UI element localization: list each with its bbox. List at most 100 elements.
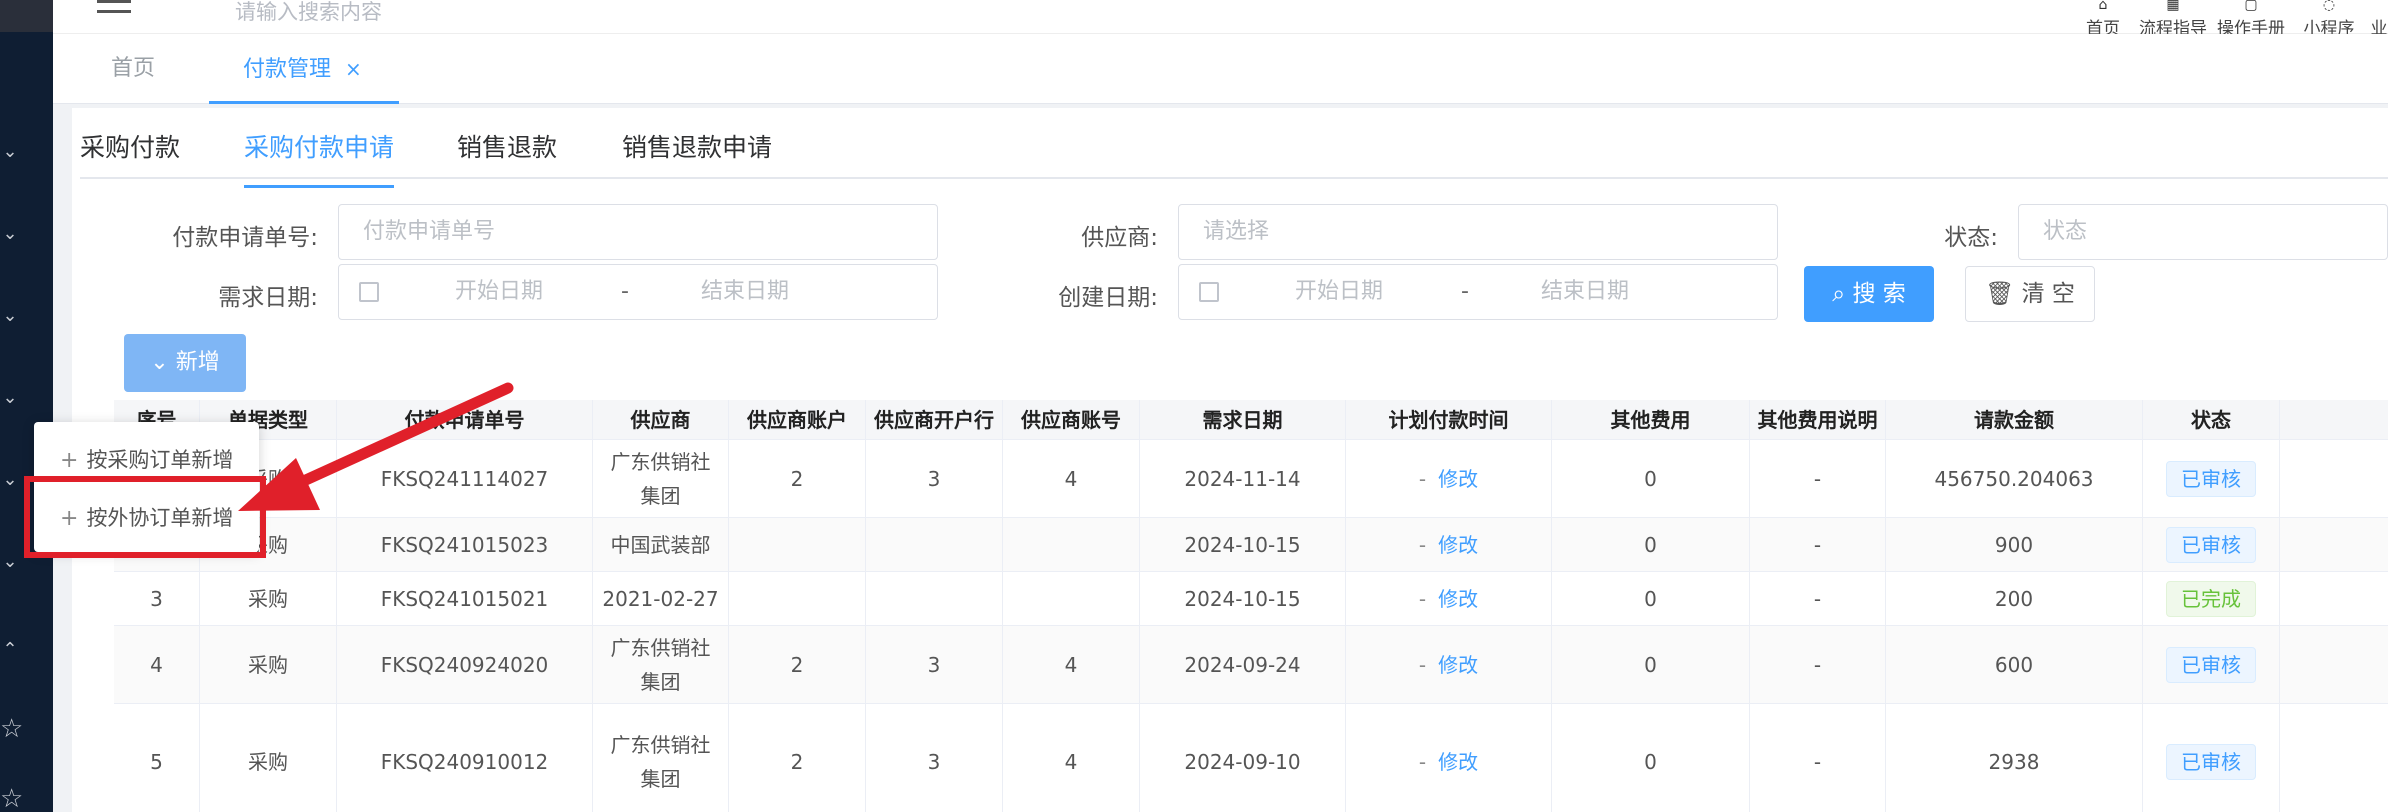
col-header: 需求日期: [1140, 400, 1346, 440]
amount-value: 2938: [1988, 749, 2040, 774]
status-badge: 已审核: [2166, 526, 2256, 563]
amount-value: 200: [1994, 586, 2034, 611]
cell-account: 2: [729, 626, 866, 703]
cell-bank: 3: [866, 704, 1003, 812]
cell-amount: 900: [1886, 518, 2143, 571]
cell-account: 2: [729, 704, 866, 812]
cell-demand: 2024-11-14: [1140, 440, 1346, 517]
other-fee-value: 0: [1644, 652, 1657, 677]
plan-value: -: [1418, 652, 1427, 677]
demand-start-date[interactable]: 开始日期: [455, 265, 543, 319]
nav-manual[interactable]: ▢ 操作手册: [2213, 0, 2289, 39]
supplier-select[interactable]: 请选择: [1178, 204, 1778, 260]
col-header: 状态: [2143, 400, 2280, 440]
col-header: 其他费用说明: [1750, 400, 1886, 440]
sidebar-chevron-down-icon[interactable]: ⌄: [0, 143, 20, 161]
cell-acct-no: [1003, 572, 1140, 625]
cell-plan: - 修改: [1346, 572, 1552, 625]
tag-home[interactable]: 首页: [111, 54, 155, 104]
top-header: 请输入搜索内容 ⌂ 首页 ▦ 流程指导 ▢ 操作手册 ◌ 小程序 业: [53, 0, 2388, 39]
acct-no-value: 4: [1064, 749, 1078, 774]
cell-type: 采购: [200, 626, 337, 703]
edit-link[interactable]: 修改: [1438, 528, 1478, 562]
cell-amount: 600: [1886, 626, 2143, 703]
sidebar-star-icon[interactable]: ☆: [0, 786, 23, 812]
range-separator: -: [1461, 279, 1469, 304]
home-icon: ⌂: [2098, 0, 2108, 13]
table-row[interactable]: 3 采购 FKSQ241015021 2021-02-27 2024-10-15- 修改 0…: [114, 572, 2388, 626]
demand-end-date[interactable]: 结束日期: [701, 265, 789, 319]
menu-toggle-icon[interactable]: [97, 0, 131, 22]
sidebar-chevron-down-icon[interactable]: ⌄: [0, 389, 20, 407]
tag-payment-management[interactable]: 付款管理 ×: [209, 54, 399, 104]
sidebar-chevron-down-icon[interactable]: ⌄: [0, 225, 20, 243]
col-header: 其他费用: [1552, 400, 1750, 440]
sidebar-chevron-down-icon[interactable]: ⌄: [0, 553, 20, 571]
create-date-range[interactable]: 开始日期 - 结束日期: [1178, 264, 1778, 320]
add-by-purchase-order[interactable]: + 按采购订单新增: [60, 440, 233, 480]
plan-value: -: [1418, 749, 1427, 774]
other-fee-value: 0: [1644, 532, 1657, 557]
nav-guide[interactable]: ▦ 流程指导: [2135, 0, 2211, 39]
sidebar-chevron-up-icon[interactable]: ⌃: [0, 641, 20, 659]
tab-purchase-payment[interactable]: 采购付款: [80, 128, 180, 188]
edit-link[interactable]: 修改: [1438, 745, 1478, 779]
other-note-value: -: [1813, 749, 1822, 774]
account-value: 2: [790, 652, 804, 677]
sidebar-chevron-down-icon[interactable]: ⌄: [0, 307, 20, 325]
cell-other-fee: 0: [1552, 518, 1750, 571]
create-end-date[interactable]: 结束日期: [1541, 265, 1629, 319]
cell-code: FKSQ241114027: [337, 440, 593, 517]
other-fee-value: 0: [1644, 586, 1657, 611]
document-icon: ▢: [2244, 0, 2258, 13]
table-row[interactable]: 5 采购 FKSQ240910012 广东供销社集团 2 3 4 2024-09-10- 修改 0…: [114, 704, 2388, 812]
cell-code: FKSQ241015023: [337, 518, 593, 571]
table-row[interactable]: 2采购FKSQ241015023中国武装部2024-10-15-修改0-900已…: [114, 518, 2388, 572]
code-value: FKSQ240924020: [380, 652, 549, 677]
highlight-box: [24, 476, 266, 558]
cell-acct-no: 4: [1003, 626, 1140, 703]
cell-code: FKSQ240924020: [337, 626, 593, 703]
header-search-input[interactable]: 请输入搜索内容: [235, 0, 382, 26]
table-row[interactable]: 1采购FKSQ241114027广东供销社集团2342024-11-14-修改0…: [114, 440, 2388, 518]
nav-home[interactable]: ⌂ 首页: [2073, 0, 2133, 39]
tab-sales-refund-request[interactable]: 销售退款申请: [622, 128, 772, 188]
edit-link[interactable]: 修改: [1438, 462, 1478, 496]
cell-other-note: -: [1750, 440, 1886, 517]
demand-date-range[interactable]: 开始日期 - 结束日期: [338, 264, 938, 320]
type-value: 采购: [248, 749, 288, 774]
status-badge: 已审核: [2166, 460, 2256, 497]
nav-miniprogram[interactable]: ◌ 小程序: [2299, 0, 2359, 39]
sidebar-chevron-down-icon[interactable]: ⌄: [0, 471, 20, 489]
tab-purchase-payment-request[interactable]: 采购付款申请: [244, 128, 395, 188]
cell-amount: 200: [1886, 572, 2143, 625]
demand-value: 2024-11-14: [1184, 466, 1301, 491]
nav-user[interactable]: 业: [2367, 0, 2388, 39]
add-button[interactable]: ⌄ 新增: [124, 334, 246, 392]
status-badge: 已审核: [2166, 646, 2256, 683]
edit-link[interactable]: 修改: [1438, 582, 1478, 616]
table-row[interactable]: 4 采购 FKSQ240924020 广东供销社集团 2 3 4 2024-09-24- 修改 0…: [114, 626, 2388, 704]
cell-no: 5: [114, 704, 200, 812]
code-value: FKSQ241015021: [380, 586, 549, 611]
cell-demand: 2024-09-10: [1140, 704, 1346, 812]
edit-link[interactable]: 修改: [1438, 648, 1478, 682]
close-icon[interactable]: ×: [345, 57, 362, 81]
cell-type: 采购: [200, 704, 337, 812]
cell-status: 已审核: [2143, 440, 2280, 517]
supplier-value: 广东供销社集团: [610, 449, 711, 508]
payment-no-input[interactable]: 付款申请单号: [338, 204, 938, 260]
create-start-date[interactable]: 开始日期: [1295, 265, 1383, 319]
clear-button[interactable]: 🗑 清 空: [1965, 266, 2095, 322]
tab-sales-refund[interactable]: 销售退款: [457, 128, 557, 188]
chat-icon: ◌: [2322, 0, 2336, 13]
no-value: 3: [150, 586, 163, 611]
status-select[interactable]: 状态: [2018, 204, 2388, 260]
search-button[interactable]: ⌕ 搜 索: [1804, 266, 1934, 322]
amount-value: 456750.204063: [1934, 466, 2094, 491]
other-fee-value: 0: [1644, 749, 1657, 774]
plan-value: -: [1418, 532, 1427, 557]
sidebar-star-icon[interactable]: ☆: [0, 716, 23, 742]
col-header: 供应商: [593, 400, 729, 440]
col-header: 计划付款时间: [1346, 400, 1552, 440]
